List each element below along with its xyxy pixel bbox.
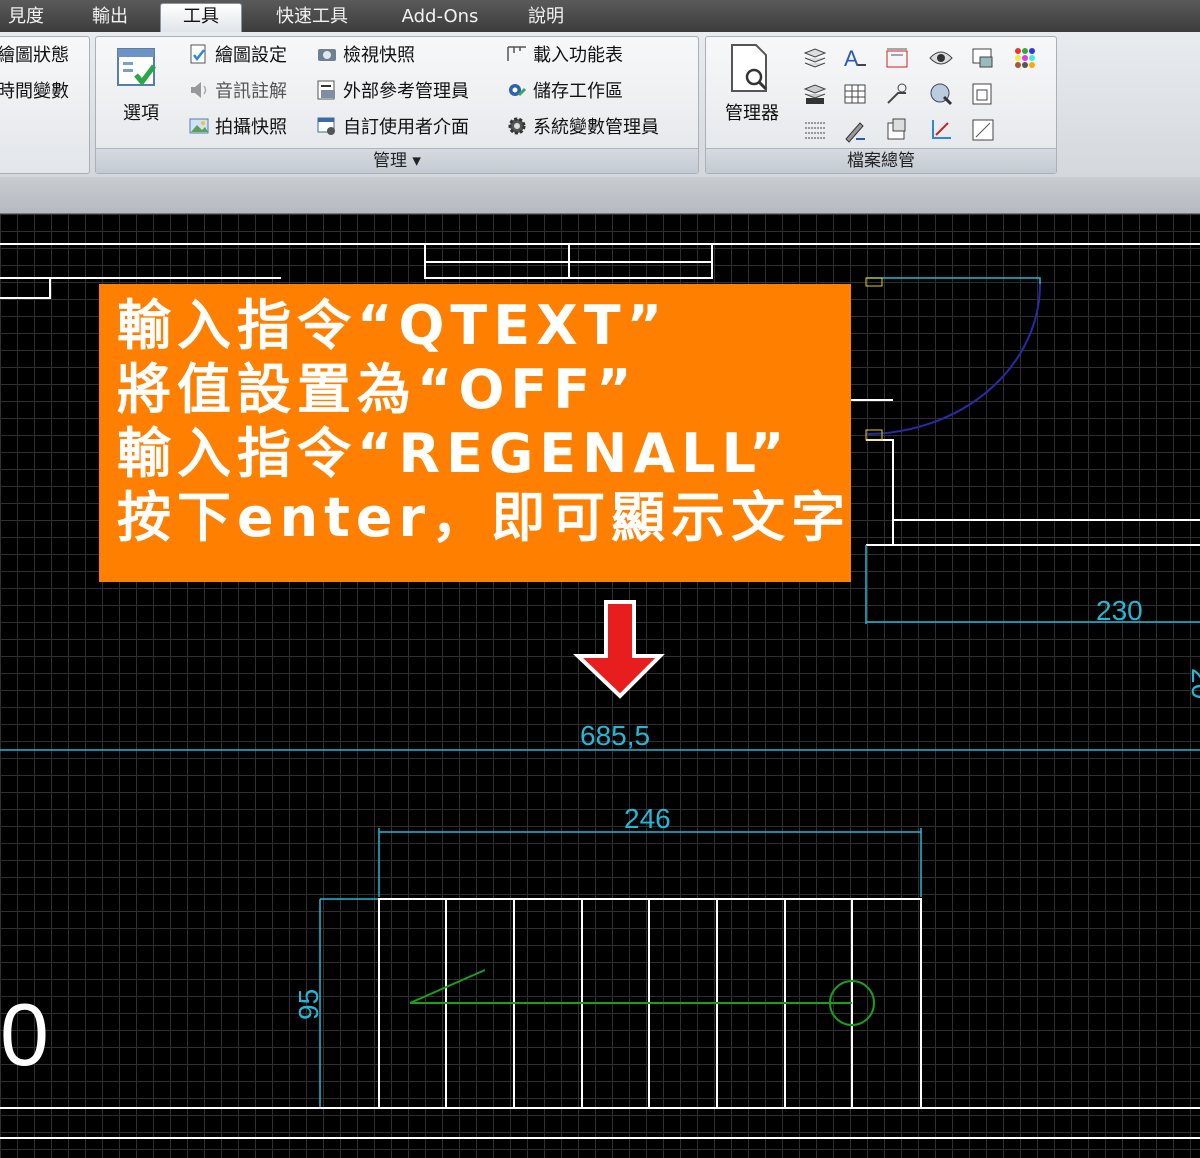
wall-line [893,519,1200,546]
large-text-partial: 0 [0,985,49,1084]
layer-states-icon[interactable] [802,81,828,107]
xref-icon [317,80,335,100]
customize-ui-command[interactable]: 自訂使用者介面 [316,113,469,143]
instruction-line-1: 輸入指令“QTEXT” [117,294,669,357]
drawing-status-command[interactable]: 繪圖狀態 [0,41,69,71]
document-check-icon [190,44,206,64]
viewport-icon[interactable] [970,81,996,107]
take-snapshot-label: 拍攝快照 [215,117,287,138]
stair-direction-arrow [409,969,875,1026]
save-workspace-command[interactable]: 儲存工作區 [506,77,623,107]
view-snapshot-command[interactable]: 檢視快照 [316,41,415,71]
svg-text:A: A [844,46,859,71]
view-snapshot-label: 檢視快照 [343,45,415,66]
dimension-685-text: 685,5 [580,720,650,751]
multileader-style-icon[interactable] [884,81,910,107]
door-swing-arc [865,283,1041,435]
panel-status: 繪圖狀態 時間變數 [0,36,90,174]
quick-access-strip [0,177,1200,214]
dimension-230 [865,545,1200,624]
panel-file-explorer-title: 檔案總管 [706,148,1056,173]
wall-jamb [866,439,894,546]
dimension-246-text: 246 [624,803,671,834]
menu-load-icon [507,46,526,61]
tab-help[interactable]: 說明 [516,4,576,30]
render-globe-icon[interactable] [928,81,954,107]
audio-notes-label: 音訊註解 [215,81,287,102]
picture-icon [189,118,209,134]
save-workspace-label: 儲存工作區 [533,81,623,102]
dimension-95 [319,898,379,1109]
door-hinge [865,277,883,287]
ucs-axes-icon[interactable] [928,117,954,143]
block-icon[interactable] [884,117,910,143]
camera-icon [318,49,336,61]
options-label: 選項 [123,103,159,124]
dimension-230-text: 230 [1096,595,1143,626]
manager-button[interactable]: 管理器 [710,41,786,125]
image-frame-icon[interactable] [970,117,996,143]
linetype-pen-icon[interactable] [842,117,868,143]
dimension-partial-text: 20 [1186,668,1200,699]
time-variables-command[interactable]: 時間變數 [0,77,69,107]
tab-output[interactable]: 輸出 [82,4,138,30]
tab-quick-tools[interactable]: 快速工具 [262,4,362,30]
tab-visibility[interactable]: 見度 [0,4,52,30]
instruction-line-2: 將值設置為“OFF” [117,358,638,421]
instruction-line-3: 輸入指令“REGENALL” [117,422,791,485]
load-menu-command[interactable]: 載入功能表 [506,41,623,71]
ui-window-gear-icon [317,117,335,135]
instruction-line-4: 按下enter，即可顯示文字 [117,486,852,549]
load-menu-label: 載入功能表 [533,45,623,66]
door-leaf [866,277,1041,284]
ribbon: 繪圖狀態 時間變數 選項 繪圖設定 音訊註解 拍攝快照 檢視快照 外部參考管理員… [0,32,1200,177]
layers-icon[interactable] [802,45,828,71]
door-hinge [865,429,883,441]
tab-tools[interactable]: 工具 [160,3,242,33]
audio-notes-command[interactable]: 音訊註解 [188,77,287,107]
customize-ui-label: 自訂使用者介面 [343,117,469,138]
workspace-gear-icon [509,84,527,97]
panel-manage: 選項 繪圖設定 音訊註解 拍攝快照 檢視快照 外部參考管理員 自訂使用者介面 載… [95,36,699,174]
color-dots-icon[interactable] [1012,45,1038,71]
wall-line [0,278,51,299]
drawing-settings-label: 繪圖設定 [215,45,287,66]
table-style-icon[interactable] [842,81,868,107]
visual-style-eye-icon[interactable] [928,45,954,71]
document-magnifier-icon [731,44,768,92]
tab-add-ons[interactable]: Add-Ons [392,4,488,30]
view-window-icon[interactable] [970,45,996,71]
take-snapshot-command[interactable]: 拍攝快照 [188,113,287,143]
red-down-arrow [573,600,665,699]
door [865,277,1041,441]
bottom-wall [0,1107,1200,1139]
sysvar-manager-command[interactable]: 系統變數管理員 [506,113,659,143]
dimension-style-icon[interactable] [884,45,910,71]
drawing-settings-command[interactable]: 繪圖設定 [188,41,287,71]
options-icon [117,48,156,86]
gear-icon [508,117,526,135]
xref-manager-label: 外部參考管理員 [343,81,469,102]
xref-manager-command[interactable]: 外部參考管理員 [316,77,469,107]
dimension-246 [378,828,922,897]
sysvar-manager-label: 系統變數管理員 [533,117,659,138]
manager-label: 管理器 [725,103,779,124]
panel-manage-title[interactable]: 管理 ▾ [96,148,698,173]
hatch-pattern-icon[interactable] [802,117,828,143]
options-button[interactable]: 選項 [102,41,172,125]
ribbon-tab-bar: 見度 輸出 工具 快速工具 Add-Ons 說明 [0,0,1200,33]
speaker-icon [191,82,207,98]
window-mullion [425,244,712,278]
panel-file-explorer: 管理器 A 檔案總管 [705,36,1057,174]
dimension-95-text: 95 [293,989,324,1020]
text-style-icon[interactable]: A [842,45,868,71]
instruction-callout: 輸入指令“QTEXT” 將值設置為“OFF” 輸入指令“REGENALL” 按下… [99,284,851,582]
